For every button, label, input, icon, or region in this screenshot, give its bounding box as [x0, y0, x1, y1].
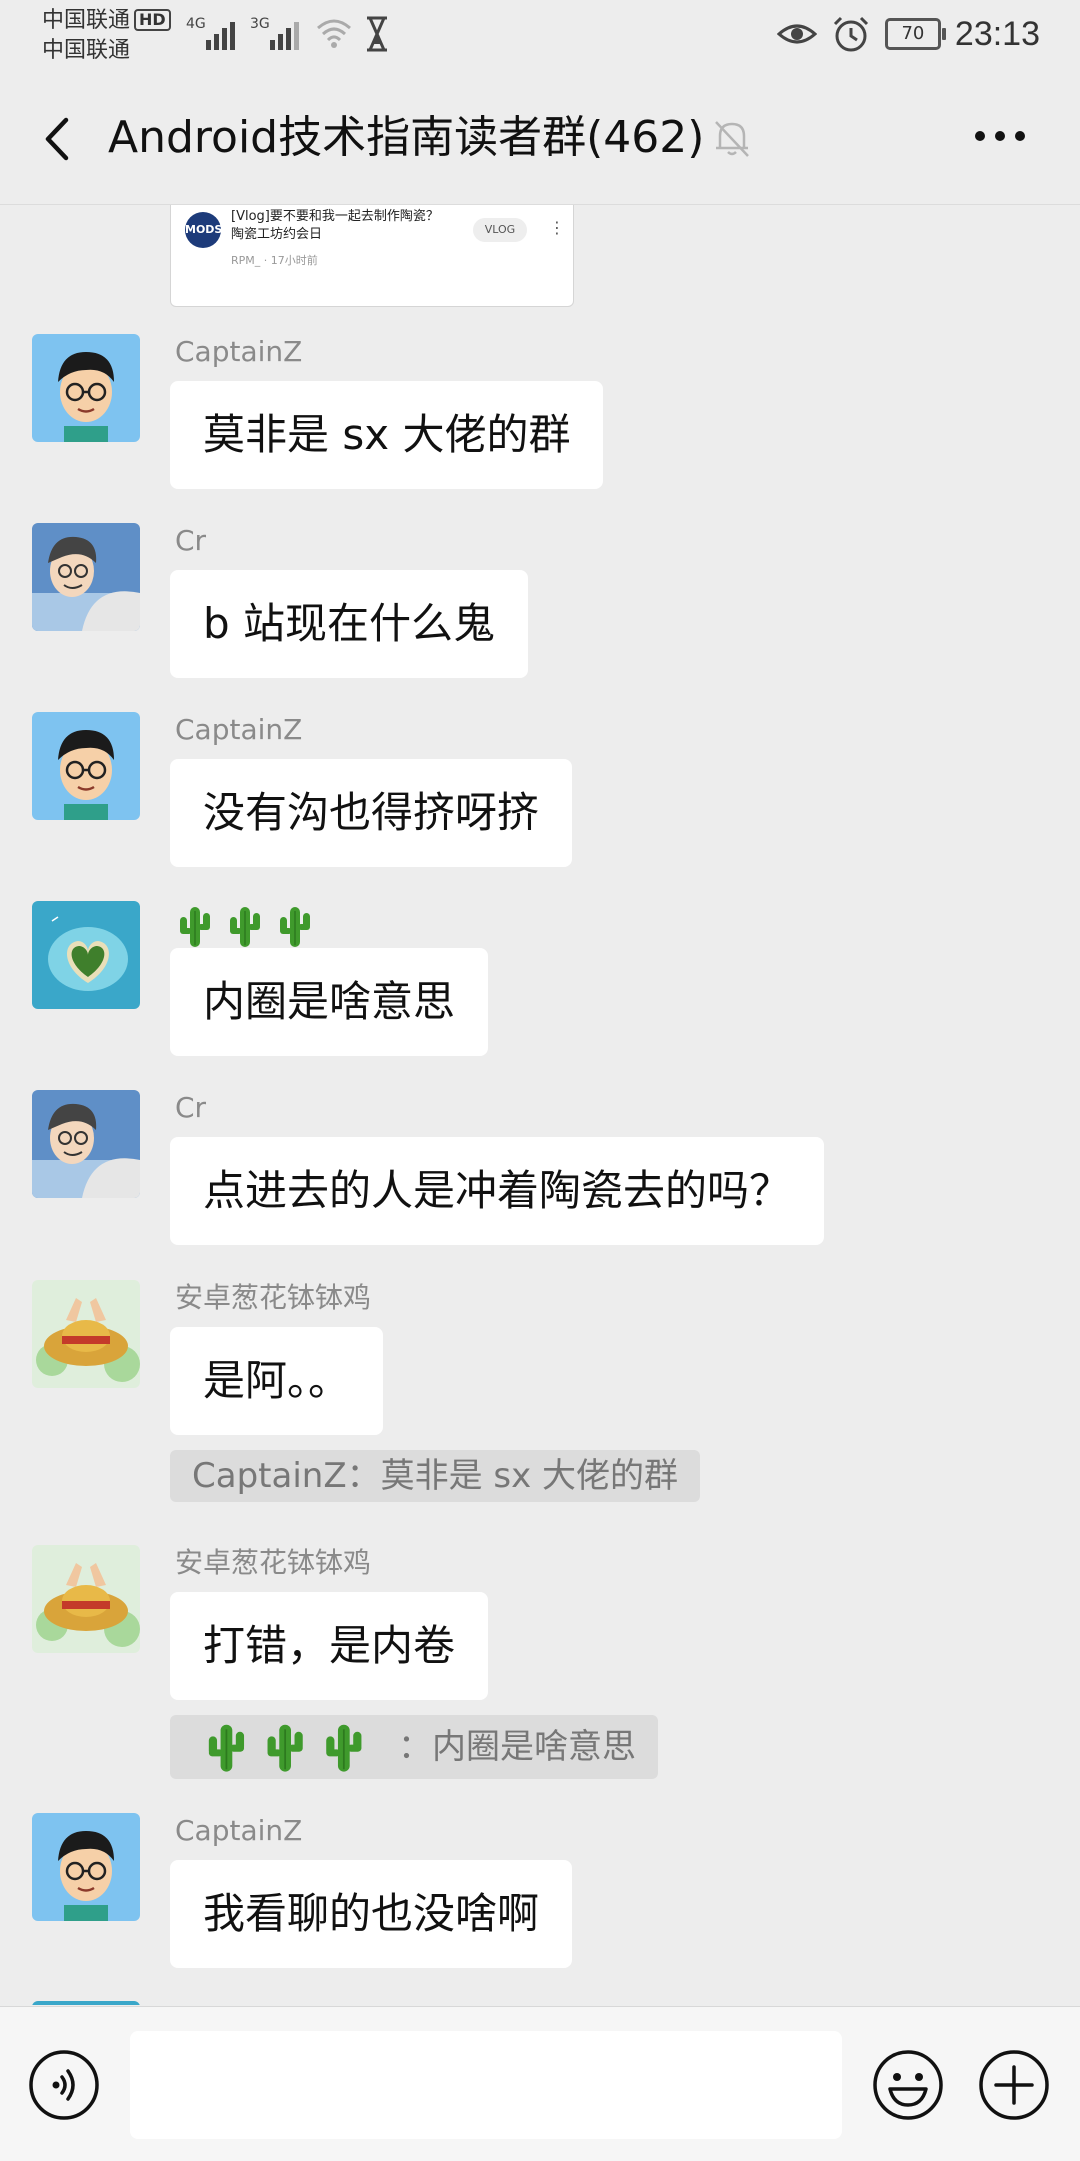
- back-arrow-icon[interactable]: [34, 112, 82, 166]
- svg-text:4G: 4G: [186, 16, 206, 32]
- vlog-badge: VLOG: [473, 218, 527, 242]
- emoji-icon[interactable]: [872, 2049, 944, 2121]
- carrier-name-secondary: 中国联通: [42, 38, 131, 63]
- quoted-reply[interactable]: ：内圈是啥意思: [170, 1715, 658, 1779]
- cactus-emoji-icon: [179, 906, 311, 948]
- eye-icon: [776, 24, 817, 44]
- avatar[interactable]: [32, 2001, 140, 2005]
- quoted-text: ：内圈是啥意思: [398, 1727, 636, 1767]
- avatar[interactable]: [32, 1545, 140, 1653]
- hd-badge: HD: [134, 9, 171, 31]
- alarm-icon: [833, 16, 868, 52]
- avatar[interactable]: [32, 1090, 140, 1198]
- wifi-icon: [317, 19, 351, 48]
- message-list[interactable]: MODS [Vlog]要不要和我一起去制作陶瓷？陶瓷工坊约会日 VLOG ⋮ R…: [0, 205, 1080, 2005]
- voice-icon[interactable]: [28, 2049, 100, 2121]
- message-bubble[interactable]: 打错，是内卷: [170, 1592, 489, 1700]
- kebab-menu-icon[interactable]: ⋮: [549, 220, 565, 236]
- sender-name: 安卓葱花钵钵鸡: [175, 1546, 372, 1579]
- cactus-emoji-icon: [207, 1723, 363, 1773]
- input-bar: [0, 2006, 1080, 2161]
- message-bubble[interactable]: 没有沟也得挤呀挤: [170, 759, 573, 867]
- svg-text:3G: 3G: [250, 16, 270, 32]
- sender-name: Cr: [175, 524, 207, 557]
- message-bubble[interactable]: 莫非是 sx 大佬的群: [170, 381, 604, 489]
- sender-name: CaptainZ: [175, 1814, 303, 1847]
- link-card-title: [Vlog]要不要和我一起去制作陶瓷？陶瓷工坊约会日: [231, 209, 439, 242]
- sender-name: CaptainZ: [175, 335, 303, 368]
- message-bubble[interactable]: 内圈是啥意思: [170, 948, 489, 1056]
- channel-logo: MODS: [185, 212, 222, 248]
- sender-name: Cr: [175, 1091, 207, 1124]
- avatar[interactable]: [32, 523, 140, 631]
- plus-icon[interactable]: [978, 2049, 1050, 2121]
- sender-name: CaptainZ: [175, 713, 303, 746]
- hourglass-icon: [367, 16, 387, 52]
- clock: 23:13: [954, 14, 1040, 53]
- chat-header: Android技术指南读者群(462): [0, 72, 1080, 205]
- carrier-info: 中国联通 HD 中国联通: [42, 6, 171, 66]
- bell-muted-icon: [715, 121, 749, 157]
- avatar[interactable]: [32, 334, 140, 442]
- chat-title: Android技术指南读者群(462): [108, 112, 705, 163]
- carrier-name: 中国联通: [42, 8, 131, 33]
- link-card-meta: RPM_ · 17小时前: [231, 254, 318, 267]
- status-right: 70 23:13: [776, 14, 1040, 54]
- status-bar: 中国联通 HD 中国联通 4G 3G 70 23:13: [0, 0, 1080, 72]
- message-bubble[interactable]: 是阿。。: [170, 1327, 384, 1435]
- battery-indicator: 70: [884, 18, 946, 50]
- video-link-card[interactable]: MODS [Vlog]要不要和我一起去制作陶瓷？陶瓷工坊约会日 VLOG ⋮ R…: [170, 205, 574, 307]
- avatar[interactable]: [32, 1280, 140, 1388]
- sender-name: 安卓葱花钵钵鸡: [175, 1281, 372, 1314]
- avatar[interactable]: [32, 712, 140, 820]
- message-input[interactable]: [130, 2031, 842, 2139]
- signal-4g-icon: 4G: [186, 16, 235, 50]
- message-bubble[interactable]: b 站现在什么鬼: [170, 570, 529, 678]
- message-bubble[interactable]: 点进去的人是冲着陶瓷去的吗？: [170, 1137, 825, 1245]
- message-bubble[interactable]: 我看聊的也没啥啊: [170, 1860, 573, 1968]
- avatar[interactable]: [32, 1813, 140, 1921]
- more-dots-icon[interactable]: [972, 126, 1028, 146]
- avatar[interactable]: [32, 901, 140, 1009]
- quoted-reply[interactable]: CaptainZ：莫非是 sx 大佬的群: [170, 1450, 701, 1502]
- signal-3g-icon: 3G: [250, 16, 299, 50]
